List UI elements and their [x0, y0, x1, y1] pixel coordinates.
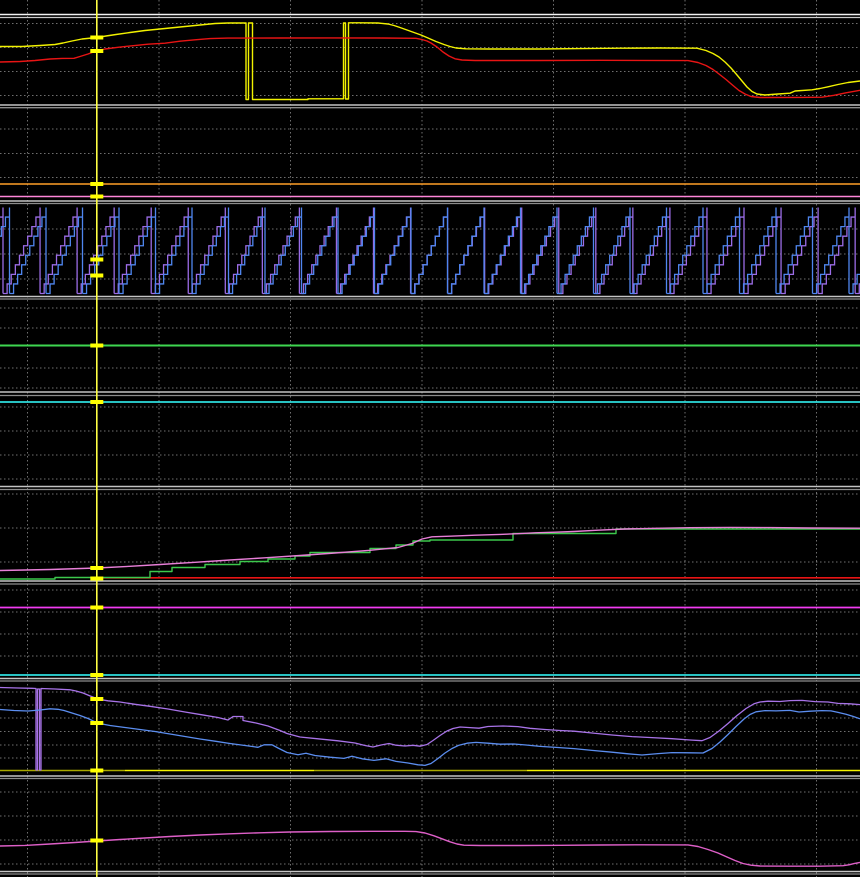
cursor-tick-marker — [90, 839, 103, 843]
cursor-tick-marker — [90, 673, 103, 677]
cursor-tick-marker — [90, 577, 103, 581]
cursor-line[interactable] — [96, 0, 98, 877]
cursor-tick-marker — [90, 400, 103, 404]
cursor-tick-marker — [90, 258, 103, 262]
scope-view — [0, 0, 860, 877]
cursor-tick-marker — [90, 606, 103, 610]
waveform-canvas[interactable] — [0, 0, 860, 877]
cursor-tick-marker — [90, 49, 103, 53]
cursor-tick-marker — [90, 769, 103, 773]
cursor-tick-marker — [90, 697, 103, 701]
cursor-tick-marker — [90, 344, 103, 348]
cursor-tick-marker — [90, 182, 103, 186]
cursor-tick-marker — [90, 274, 103, 278]
cursor-tick-marker — [90, 195, 103, 199]
cursor-tick-marker — [90, 721, 103, 725]
cursor-tick-marker — [90, 36, 103, 40]
cursor-tick-marker — [90, 566, 103, 570]
